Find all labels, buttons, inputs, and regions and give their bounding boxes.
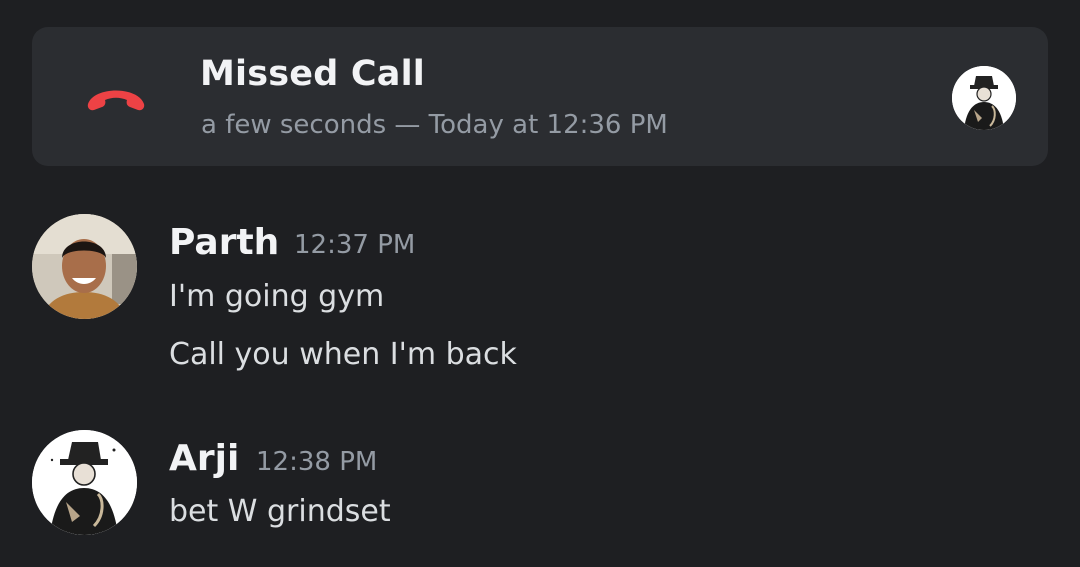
message-author[interactable]: Parth <box>169 222 279 263</box>
arji-avatar[interactable] <box>952 66 1016 130</box>
call-subtitle: a few seconds — Today at 12:36 PM <box>201 110 668 140</box>
character-illustration <box>952 66 1016 130</box>
arji-avatar[interactable] <box>32 430 137 535</box>
chat-view: Missed Call a few seconds — Today at 12:… <box>0 0 1080 567</box>
missed-call-card[interactable] <box>32 27 1048 166</box>
message-timestamp: 12:38 PM <box>256 447 378 477</box>
message-text[interactable]: Call you when I'm back <box>169 337 517 372</box>
phone-hangup-icon <box>87 90 145 111</box>
profile-photo <box>32 214 137 319</box>
message-timestamp: 12:37 PM <box>294 230 416 260</box>
character-illustration <box>32 430 137 535</box>
call-title: Missed Call <box>200 54 425 94</box>
message-author[interactable]: Arji <box>169 438 239 479</box>
message-text[interactable]: I'm going gym <box>169 279 384 314</box>
parth-avatar[interactable] <box>32 214 137 319</box>
message-text[interactable]: bet W grindset <box>169 494 391 529</box>
